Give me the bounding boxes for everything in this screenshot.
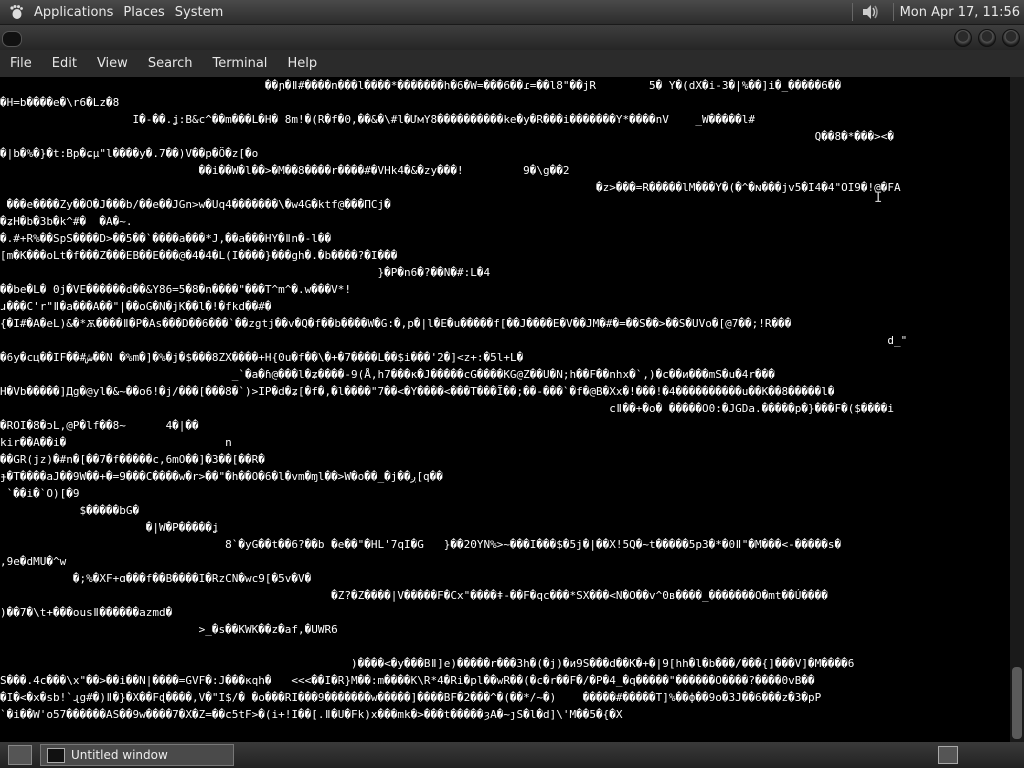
- terminal-line: �Z?�Z����|V�����F�Cx"����ǂ-��F�qc���*SX�…: [0, 589, 828, 602]
- tray-separator: [892, 3, 894, 21]
- menu-help[interactable]: Help: [277, 56, 327, 71]
- terminal-line: d_": [0, 334, 908, 347]
- close-button[interactable]: [1002, 29, 1020, 47]
- terminal-line: cǁ��+�o� �����O0:�JGDa.�����p�}���F�($��…: [0, 402, 895, 415]
- top-panel: Applications Places System Mon Apr 17, 1…: [0, 0, 1024, 25]
- volume-icon[interactable]: [859, 1, 881, 23]
- applications-menu[interactable]: Applications: [32, 5, 121, 20]
- terminal-line: [m�K���oLt�f���Z���EB��E���@�4�4�L(I����…: [0, 249, 398, 262]
- terminal-output[interactable]: ��ɲ�ǁ#����n���l����*�������h�6�W=���6��ɾ…: [0, 77, 1010, 742]
- clock[interactable]: Mon Apr 17, 11:56: [900, 5, 1024, 20]
- terminal-line: >_�s��KWK��z�af,�UWR6: [0, 623, 338, 636]
- show-desktop-icon[interactable]: [8, 745, 32, 765]
- scrollbar-thumb[interactable]: [1012, 667, 1022, 739]
- terminal-line: �6y�сц��IF��#ش��N �%m�]�%�j�$���8ZX����+…: [0, 351, 524, 364]
- maximize-button[interactable]: [978, 29, 996, 47]
- menu-search[interactable]: Search: [138, 56, 203, 71]
- terminal-icon: [47, 747, 65, 763]
- taskbar-window-label: Untitled window: [71, 748, 168, 762]
- terminal-line: kir��A��i� n: [0, 436, 232, 449]
- terminal-line: �ʑH�b�3b�k^#� �A�~.: [0, 215, 133, 228]
- tray-separator: [851, 3, 853, 21]
- terminal-line: ɟ�T����aJ��9W��+�=9���C����w�r>��"�h��O�…: [0, 470, 443, 483]
- terminal-line: Q��8�*���><�: [0, 130, 895, 143]
- system-menu[interactable]: System: [173, 5, 231, 20]
- menu-terminal[interactable]: Terminal: [202, 56, 277, 71]
- window-menu-button[interactable]: [2, 31, 22, 47]
- terminal-line: }�P�n6�?��N�#:L�4: [0, 266, 491, 279]
- menubar: File Edit View Search Terminal Help: [0, 50, 1024, 77]
- workspace-switcher[interactable]: [938, 746, 958, 764]
- taskbar-window-button[interactable]: Untitled window: [40, 744, 234, 766]
- terminal-line: �I�<�x�sb!`ɻg#�)ǁ�}�X��Fɖ����,V�"I$/� �o…: [0, 691, 822, 704]
- terminal-line: �|W�P�����ʝ: [0, 521, 219, 534]
- terminal-line: )��7�\t+���ousǁ������azmd�: [0, 606, 173, 619]
- bottom-panel: Untitled window: [0, 742, 1024, 768]
- menu-file[interactable]: File: [0, 56, 42, 71]
- terminal-line: H�Vb�����]Дg�@yl�&~��o6!�j/���[���8�`)>I…: [0, 385, 835, 398]
- terminal-line: S���.4c���\x"��>��i��N|����=GVF�:J���кqh…: [0, 674, 815, 687]
- terminal-line: $�����bG�: [0, 504, 140, 517]
- terminal-line: �H=b����e�\r6�Lz�8: [0, 96, 120, 109]
- terminal-line: ɹ���C'r"ǁ�a���A��"|��oG�N�jK��l�!�fkd��#…: [0, 300, 272, 313]
- menu-edit[interactable]: Edit: [42, 56, 87, 71]
- terminal-line: �;%�XF+ɑ���f��B����I�RzCN�wc9[�5v�V�: [0, 572, 312, 585]
- terminal-scrollbar[interactable]: [1010, 77, 1024, 742]
- terminal-line: ��GR(jz)�#n�[��7�f�����c,6mO��]�3��[��R�: [0, 453, 265, 466]
- text-cursor-icon: I: [874, 190, 883, 206]
- terminal-line: �.#+R%��SpS����D>��5��`����a���*J,��a���…: [0, 232, 332, 245]
- terminal-line: �z>���=R�����lM���Y�(�^�ɴ���jv5�I4�4"OI9…: [0, 181, 901, 194]
- terminal-line: `��i�`O)[�9: [0, 487, 80, 500]
- terminal-line: {�I#�A�eL)&�*Ѫ����ǁ�P�As���D��6���`��zgt…: [0, 317, 792, 330]
- terminal-line: `�i��W'o57������AS��9w����7�X�Z=��c5tF>�…: [0, 708, 623, 721]
- terminal-line: 8`�yG��t��6?��b �e��"�HL'7qI�G }��20YN%>…: [0, 538, 842, 551]
- terminal-line: _`�a�ɦ@���l�ʑ����-9(Å,h7���к�J�����сG���…: [0, 368, 775, 381]
- terminal-line: �|b�%�}�t:Bр�ɕµ"l����y�.7��)V��p�Ö�z[�o: [0, 147, 259, 160]
- window-controls: [954, 29, 1020, 47]
- places-menu[interactable]: Places: [121, 5, 172, 20]
- terminal-line: ,9e�dMU�^w: [0, 555, 67, 568]
- terminal-line: ��ɲ�ǁ#����n���l����*�������h�6�W=���6��ɾ…: [0, 79, 842, 92]
- minimize-button[interactable]: [954, 29, 972, 47]
- system-tray: Mon Apr 17, 11:56: [846, 0, 1024, 24]
- terminal-line: ��be�L� 0j�VE������d��&Y86=5�8�n����"���…: [0, 283, 351, 296]
- terminal-line: ���e����Zy��O�J���b/��e��JGn>w�Uq4������…: [0, 198, 391, 211]
- terminal-line: �ROI�8�ɔL,@P�lf��8~ 4�|��: [0, 419, 199, 432]
- terminal-line: ��i��W�l��>�M��8����r����#�VHk4�&�zy���!…: [0, 164, 570, 177]
- terminal-line: )����<�y���Bǁ]e)�����r���3h�(�j)�и9S���d…: [0, 657, 855, 670]
- window-titlebar[interactable]: [0, 25, 1024, 50]
- menu-view[interactable]: View: [87, 56, 138, 71]
- terminal-line: I�-��.ʝ:B&c^��m���L�H� 8m!�(R�f�0,��&�\#…: [0, 113, 755, 126]
- gnome-foot-icon[interactable]: [8, 4, 24, 20]
